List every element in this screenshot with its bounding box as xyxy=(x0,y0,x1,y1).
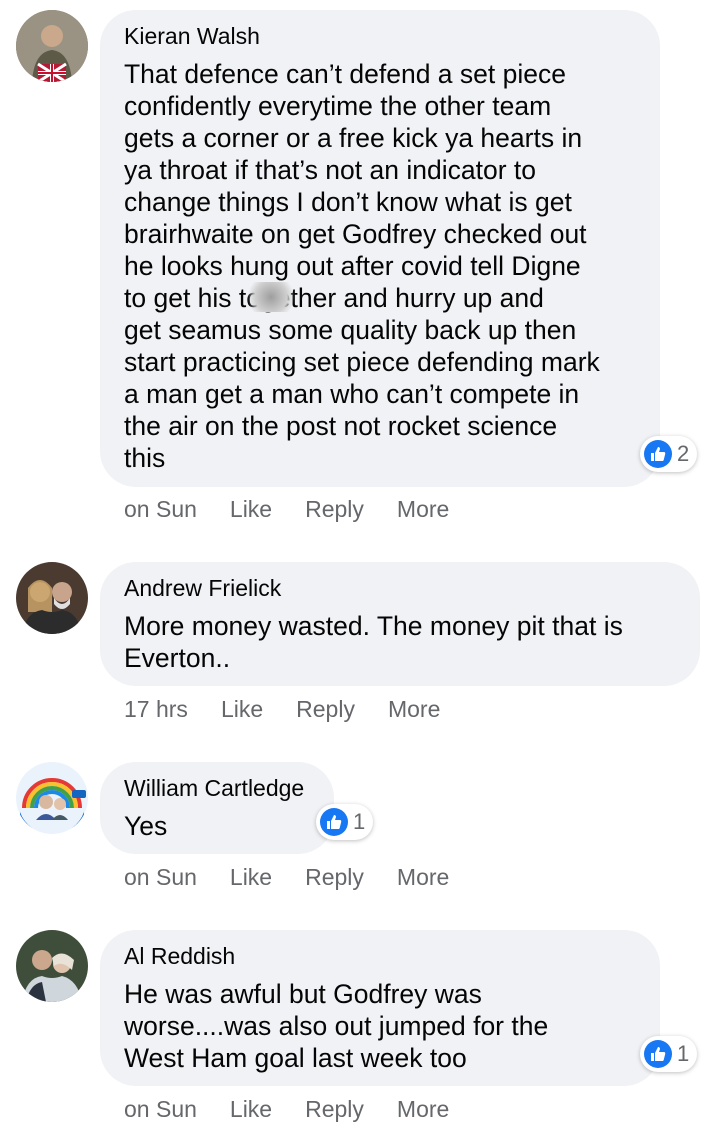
timestamp[interactable]: on Sun xyxy=(124,864,197,891)
censored-word-image xyxy=(246,282,296,312)
like-button[interactable]: Like xyxy=(230,496,272,523)
comment-author[interactable]: Andrew Frielick xyxy=(124,574,281,602)
reaction-count[interactable]: 1 xyxy=(316,804,374,840)
comment-actions: on Sun Like Reply More xyxy=(124,496,482,523)
comment-actions: on Sun Like Reply More xyxy=(124,864,482,891)
comment-author[interactable]: Kieran Walsh xyxy=(124,22,260,50)
like-button[interactable]: Like xyxy=(230,864,272,891)
thumbs-up-icon xyxy=(320,808,348,836)
avatar[interactable] xyxy=(16,930,88,1002)
thumbs-up-icon xyxy=(644,1040,672,1068)
comment-actions: on Sun Like Reply More xyxy=(124,1096,482,1123)
reaction-count[interactable]: 1 xyxy=(640,1036,698,1072)
reaction-number: 1 xyxy=(677,1041,690,1066)
comment-author[interactable]: William Cartledge xyxy=(124,774,304,802)
timestamp[interactable]: 17 hrs xyxy=(124,696,188,723)
reply-button[interactable]: Reply xyxy=(305,864,364,891)
comment-author[interactable]: Al Reddish xyxy=(124,942,235,970)
reply-button[interactable]: Reply xyxy=(305,496,364,523)
reply-button[interactable]: Reply xyxy=(296,696,355,723)
comment-bubble: Andrew Frielick More money wasted. The m… xyxy=(100,562,700,686)
comment-bubble: Kieran Walsh That defence can’t defend a… xyxy=(100,10,660,487)
reaction-number: 2 xyxy=(677,441,690,466)
avatar[interactable] xyxy=(16,562,88,634)
reaction-count[interactable]: 2 xyxy=(640,436,698,472)
reaction-number: 1 xyxy=(353,809,366,834)
comment-actions: 17 hrs Like Reply More xyxy=(124,696,473,723)
avatar[interactable] xyxy=(16,10,88,82)
avatar[interactable] xyxy=(16,762,88,834)
comment-bubble: Al Reddish He was awful but Godfrey was … xyxy=(100,930,660,1086)
reply-button[interactable]: Reply xyxy=(305,1096,364,1123)
more-button[interactable]: More xyxy=(388,696,440,723)
thumbs-up-icon xyxy=(644,440,672,468)
like-button[interactable]: Like xyxy=(230,1096,272,1123)
more-button[interactable]: More xyxy=(397,1096,449,1123)
comment-text: Yes xyxy=(124,811,168,841)
comment-bubble: William Cartledge Yes xyxy=(100,762,334,854)
comment-text: He was awful but Godfrey was worse....wa… xyxy=(124,979,549,1073)
comment-text: More money wasted. The money pit that is… xyxy=(124,611,623,673)
more-button[interactable]: More xyxy=(397,864,449,891)
comment-text: That defence can’t defend a set piece co… xyxy=(124,59,600,473)
more-button[interactable]: More xyxy=(397,496,449,523)
timestamp[interactable]: on Sun xyxy=(124,496,197,523)
like-button[interactable]: Like xyxy=(221,696,263,723)
timestamp[interactable]: on Sun xyxy=(124,1096,197,1123)
